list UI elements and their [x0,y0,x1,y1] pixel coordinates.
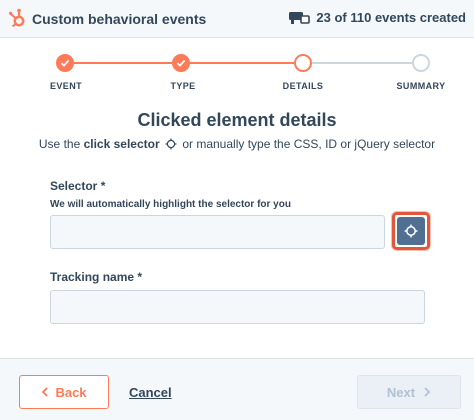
header-bar: Custom behavioral events 23 of 110 event… [0,0,474,38]
events-icon [289,11,311,24]
click-selector-button-face [397,217,425,245]
back-button[interactable]: Back [19,375,109,409]
step-event-label: EVENT [49,81,83,91]
chevron-left-icon [42,387,49,397]
chevron-right-icon [424,387,431,397]
step-summary-label: SUMMARY [396,81,446,91]
step-details-label: DETAILS [282,81,324,91]
step-summary-dot [412,54,430,72]
step-details-dot [294,54,312,72]
stepper-connector-1 [74,62,172,64]
stepper-connector-3 [312,62,412,64]
checkmark-icon [176,59,186,67]
selector-help-text: We will automatically highlight the sele… [50,199,291,210]
step-type-dot [172,54,190,72]
tracking-name-label: Tracking name * [50,270,143,284]
checkmark-icon [60,59,70,67]
events-counter-text: 23 of 110 events created [316,10,466,25]
events-counter: 23 of 110 events created [288,10,466,25]
header-title: Custom behavioral events [32,11,207,27]
crosshair-target-icon [404,224,418,238]
hubspot-sprocket-icon [9,8,25,28]
cancel-link[interactable]: Cancel [129,385,172,400]
selector-input[interactable] [50,215,385,249]
step-type-label: TYPE [170,81,196,91]
next-button-label: Next [386,384,416,400]
progress-stepper: EVENT TYPE DETAILS SUMMARY [0,52,474,96]
click-selector-button[interactable] [392,212,430,250]
subtitle-text-after: or manually type the CSS, ID or jQuery s… [179,137,436,151]
subtitle-bold-text: click selector [83,137,160,151]
page-title: Clicked element details [137,110,337,130]
back-button-label: Back [55,384,87,400]
page-subtitle: Use the click selector or manually type … [0,137,474,151]
selector-label: Selector * [50,179,106,193]
tracking-name-input[interactable] [50,290,425,324]
footer-bar: Back Cancel Next [0,358,474,420]
subtitle-text-before: Use the [38,137,84,151]
step-event-dot [56,54,74,72]
stepper-connector-2 [190,62,294,64]
next-button[interactable]: Next [357,375,461,409]
crosshair-target-icon [165,138,177,150]
